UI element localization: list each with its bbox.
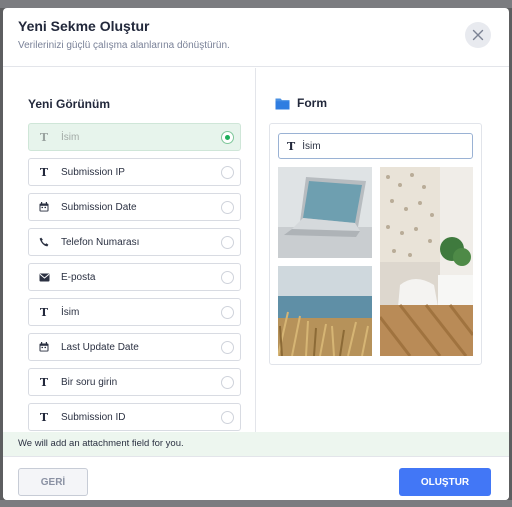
new-view-title: Yeni Görünüm: [28, 97, 111, 111]
text-icon: T: [39, 130, 49, 144]
field-option-radio[interactable]: [221, 131, 234, 144]
field-option-label: Submission IP: [61, 166, 125, 178]
text-icon: T: [39, 410, 49, 424]
modal-title: Yeni Sekme Oluştur: [18, 18, 150, 34]
field-option-radio[interactable]: [221, 166, 234, 179]
field-option-radio[interactable]: [221, 271, 234, 284]
modal-subtitle: Verilerinizi güçlü çalışma alanlarına dö…: [18, 40, 230, 51]
field-option-row[interactable]: T Submission IP: [28, 158, 241, 186]
envelope-icon: [37, 273, 51, 282]
field-option-label: Last Update Date: [61, 341, 139, 353]
phone-icon: [37, 237, 51, 247]
field-list: T İsim T Submission IP Submission Date Telefo…: [28, 123, 241, 432]
text-icon: T: [287, 139, 296, 153]
background-header-strip: [0, 0, 512, 8]
field-option-radio[interactable]: [221, 306, 234, 319]
attachment-notice: We will add an attachment field for you.: [3, 432, 509, 456]
field-option-label: Submission Date: [61, 201, 137, 213]
background-footer-strip: [0, 500, 512, 507]
field-option-row[interactable]: Last Update Date: [28, 333, 241, 361]
laptop-image: [278, 167, 372, 258]
text-icon: T: [39, 165, 49, 179]
modal-header: Yeni Sekme Oluştur Verilerinizi güçlü ça…: [3, 8, 509, 67]
field-option-label: Bir soru girin: [61, 376, 118, 388]
create-tab-modal: Yeni Sekme Oluştur Verilerinizi güçlü ça…: [3, 8, 509, 500]
modal-footer: GERİ OLUŞTUR: [3, 456, 509, 500]
close-icon: [472, 29, 484, 41]
field-option-radio[interactable]: [221, 201, 234, 214]
calendar-icon: [37, 342, 51, 352]
field-option-label: İsim: [61, 306, 80, 318]
field-option-label: Submission ID: [61, 411, 126, 423]
folder-icon: [275, 98, 290, 109]
field-option-radio[interactable]: [221, 341, 234, 354]
back-button[interactable]: GERİ: [18, 468, 88, 496]
form-name-field-label: İsim: [302, 140, 321, 152]
field-option-label: E-posta: [61, 271, 96, 283]
form-name-field[interactable]: T İsim: [278, 133, 473, 159]
field-option-row[interactable]: Telefon Numarası: [28, 228, 241, 256]
field-option-radio[interactable]: [221, 411, 234, 424]
field-option-label: Telefon Numarası: [61, 236, 140, 248]
calendar-icon: [37, 202, 51, 212]
form-preview-card: T İsim: [269, 123, 482, 365]
new-view-panel: Yeni Görünüm T İsim T Submission IP Submissi…: [3, 68, 256, 432]
form-header: Form: [275, 96, 327, 110]
field-option-radio[interactable]: [221, 236, 234, 249]
interior-image: [380, 167, 473, 356]
field-option-radio[interactable]: [221, 376, 234, 389]
sea-image: [278, 266, 372, 356]
field-option-row[interactable]: T İsim: [28, 123, 241, 151]
field-option-row[interactable]: Submission Date: [28, 193, 241, 221]
field-option-row[interactable]: T Bir soru girin: [28, 368, 241, 396]
field-option-row[interactable]: T İsim: [28, 298, 241, 326]
text-icon: T: [39, 305, 49, 319]
field-option-row[interactable]: E-posta: [28, 263, 241, 291]
field-option-row[interactable]: T Submission ID: [28, 403, 241, 431]
form-preview-panel: Form T İsim: [256, 68, 509, 432]
close-button[interactable]: [465, 22, 491, 48]
text-icon: T: [39, 375, 49, 389]
field-option-label: İsim: [61, 131, 80, 143]
form-title: Form: [297, 96, 327, 110]
create-button[interactable]: OLUŞTUR: [399, 468, 491, 496]
